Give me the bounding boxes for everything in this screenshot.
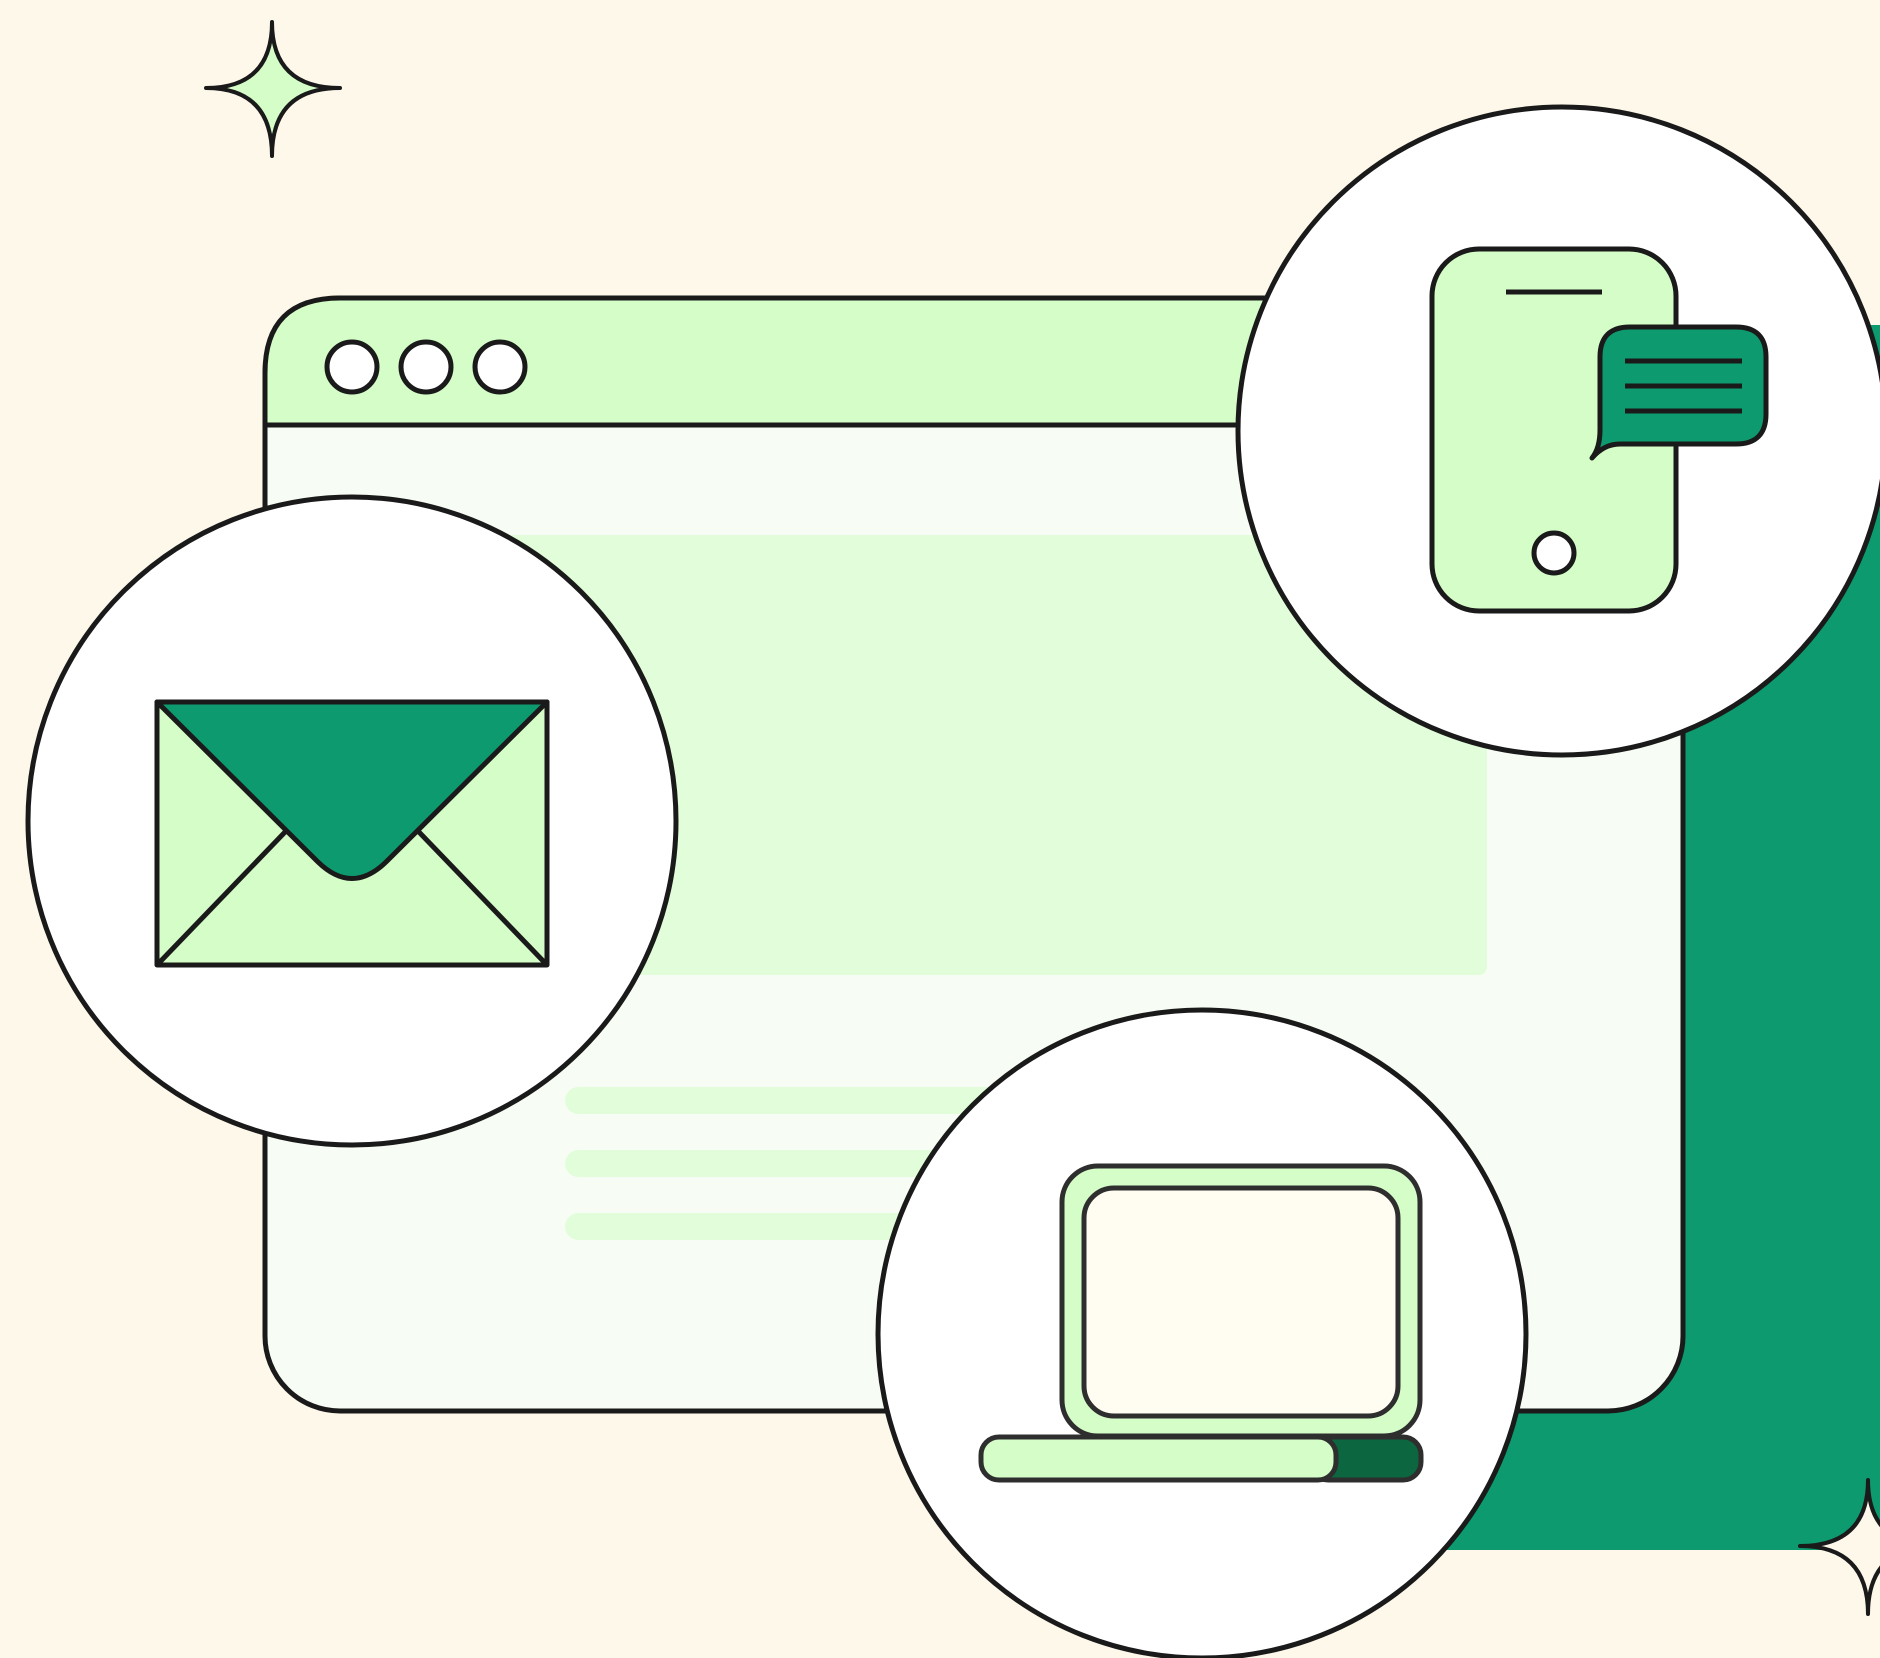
chat-bubble-icon: [1589, 324, 1769, 461]
window-control-dot[interactable]: [472, 339, 528, 395]
laptop-base: [978, 1434, 1339, 1483]
illustration-canvas: [0, 0, 1880, 1658]
window-control-dot[interactable]: [324, 339, 380, 395]
laptop-screen: [1081, 1185, 1401, 1419]
phone-badge: [1235, 104, 1880, 758]
envelope-badge: [25, 494, 679, 1148]
text-line-placeholder: [565, 1150, 965, 1177]
window-control-dot[interactable]: [398, 339, 454, 395]
phone-home-button: [1531, 530, 1577, 576]
laptop-badge: [875, 1007, 1529, 1658]
text-line-placeholder: [565, 1087, 1025, 1114]
text-line-placeholder: [565, 1213, 925, 1240]
envelope-icon: [154, 699, 550, 968]
